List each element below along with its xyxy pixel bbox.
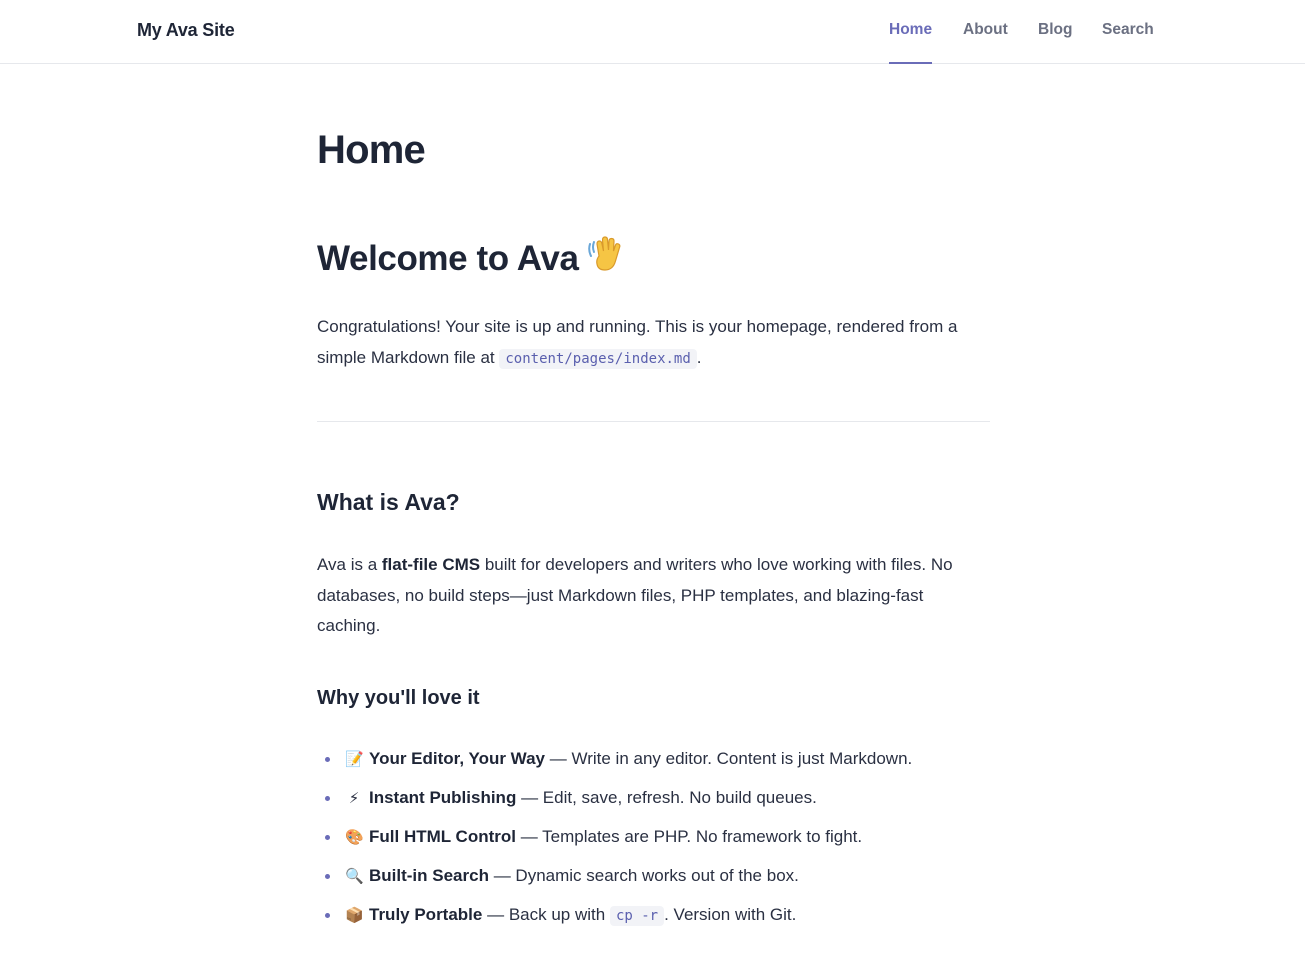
feature-desc: — Write in any editor. Content is just M…	[545, 749, 913, 768]
bullet-icon	[325, 835, 330, 840]
waving-hand-icon	[585, 234, 625, 283]
copy-command-code: cp -r	[609, 906, 665, 926]
feature-desc: — Back up with	[482, 905, 610, 924]
bullet-icon	[325, 757, 330, 762]
feature-item-search: 🔍 Built-in Search — Dynamic search works …	[317, 861, 990, 900]
nav-link-search[interactable]: Search	[1102, 21, 1154, 64]
feature-desc: — Dynamic search works out of the box.	[488, 866, 799, 885]
intro-file-path-code: content/pages/index.md	[499, 348, 697, 369]
about-bold: flat-file CMS	[381, 555, 481, 574]
feature-desc-end: . Version with Git.	[664, 905, 797, 924]
feature-item-html-control: 🎨 Full HTML Control — Templates are PHP. …	[317, 822, 990, 861]
feature-title: Truly Portable	[369, 905, 483, 924]
nav-link-home[interactable]: Home	[889, 21, 933, 64]
intro-period: .	[696, 347, 702, 367]
feature-item-portable: 📦 Truly Portable — Back up with cp -r. Ve…	[317, 900, 990, 939]
package-icon: 📦	[345, 907, 364, 924]
feature-title: Full HTML Control	[369, 827, 516, 846]
bullet-icon	[325, 874, 330, 879]
feature-title: Instant Publishing	[369, 788, 517, 807]
feature-list: 📝 Your Editor, Your Way — Write in any ed…	[317, 744, 990, 939]
why-love-heading: Why you'll love it	[317, 687, 480, 709]
about-paragraph: Ava is a flat-file CMS built for develop…	[317, 550, 977, 642]
palette-icon: 🎨	[345, 829, 364, 846]
nav-link-about[interactable]: About	[963, 21, 1008, 64]
site-header: My Ava Site Home About Blog Search	[0, 0, 1305, 64]
feature-title: Built-in Search	[369, 866, 489, 885]
welcome-heading: Welcome to Ava	[317, 234, 625, 283]
feature-item-editor: 📝 Your Editor, Your Way — Write in any ed…	[317, 744, 990, 783]
feature-item-publishing: ⚡ Instant Publishing — Edit, save, refres…	[317, 783, 990, 822]
section-divider	[317, 421, 990, 422]
about-prefix: Ava is a	[317, 555, 382, 574]
page-title: Home	[317, 128, 426, 172]
welcome-heading-text: Welcome to Ava	[317, 239, 579, 278]
what-is-ava-heading: What is Ava?	[317, 489, 460, 515]
intro-paragraph: Congratulations! Your site is up and run…	[317, 312, 990, 374]
feature-desc: — Edit, save, refresh. No build queues.	[516, 788, 817, 807]
feature-title: Your Editor, Your Way	[369, 749, 546, 768]
main-nav: Home About Blog Search	[0, 0, 1305, 64]
lightning-icon: ⚡	[348, 790, 360, 807]
bullet-icon	[325, 913, 330, 918]
feature-desc: — Templates are PHP. No framework to fig…	[516, 827, 863, 846]
bullet-icon	[325, 796, 330, 801]
memo-icon: 📝	[345, 751, 364, 768]
nav-link-blog[interactable]: Blog	[1038, 21, 1072, 64]
magnifier-icon: 🔍	[345, 868, 364, 885]
